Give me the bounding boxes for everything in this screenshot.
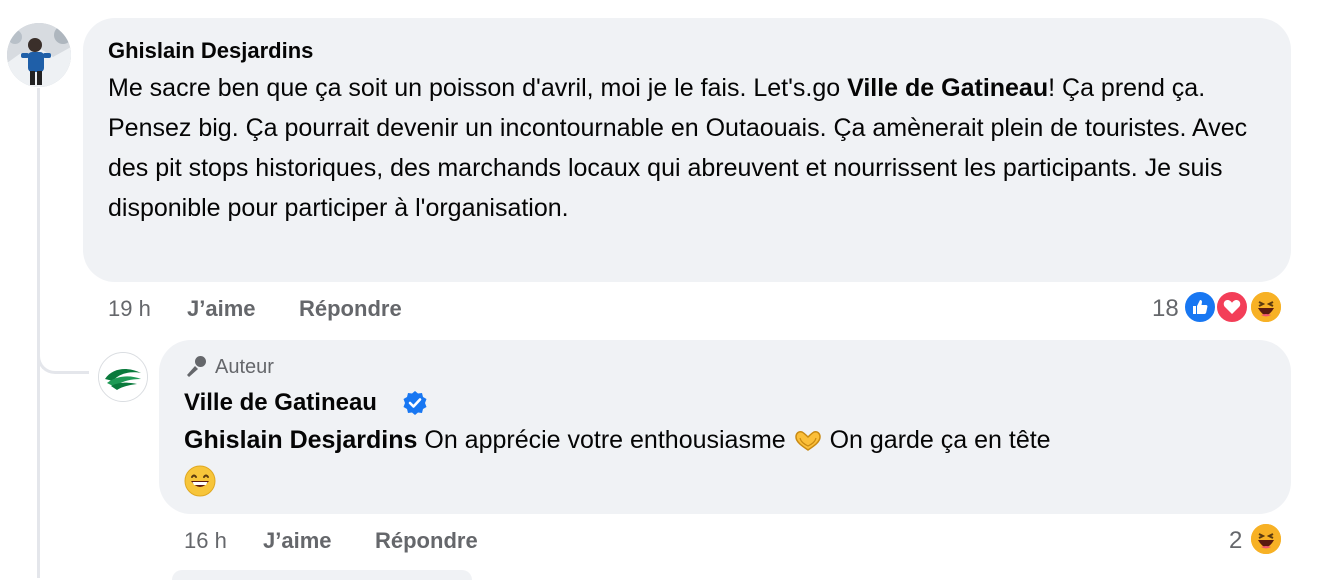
comment-author[interactable]: Ville de Gatineau: [184, 389, 377, 417]
reaction-count: 2: [1229, 527, 1243, 554]
next-comment-bubble: [172, 570, 472, 580]
haha-icon: [1249, 522, 1283, 556]
like-button[interactable]: J’aime: [263, 528, 332, 554]
reaction-count: 18: [1152, 295, 1179, 322]
love-icon: [1215, 290, 1249, 324]
mention-link[interactable]: Ghislain Desjardins: [184, 426, 417, 454]
heart-hands-emoji-icon: [794, 431, 821, 452]
verified-badge-icon: [403, 391, 427, 415]
user-photo: [7, 23, 71, 87]
like-icon: [1183, 290, 1217, 324]
page-logo-avatar[interactable]: [98, 352, 148, 402]
comment-timestamp[interactable]: 19 h: [108, 296, 151, 322]
comment-author[interactable]: Ghislain Desjardins: [108, 38, 313, 64]
comment-text: Me sacre ben que ça soit un poisson d'av…: [108, 74, 1248, 222]
comment-timestamp[interactable]: 16 h: [184, 528, 227, 554]
grinning-emoji-icon: [184, 465, 216, 497]
gatineau-logo-icon: [99, 353, 147, 401]
reply-button[interactable]: Répondre: [299, 296, 402, 322]
reply-text: Ghislain Desjardins On apprécie votre en…: [184, 420, 1274, 500]
reply-button[interactable]: Répondre: [375, 528, 478, 554]
avatar[interactable]: [7, 23, 71, 87]
reply-connector: [37, 328, 89, 374]
haha-icon: [1249, 290, 1283, 324]
microphone-icon: [187, 356, 206, 377]
mention-link[interactable]: Ville de Gatineau: [847, 74, 1048, 102]
like-button[interactable]: J’aime: [187, 296, 256, 322]
author-badge: Auteur: [215, 356, 274, 378]
